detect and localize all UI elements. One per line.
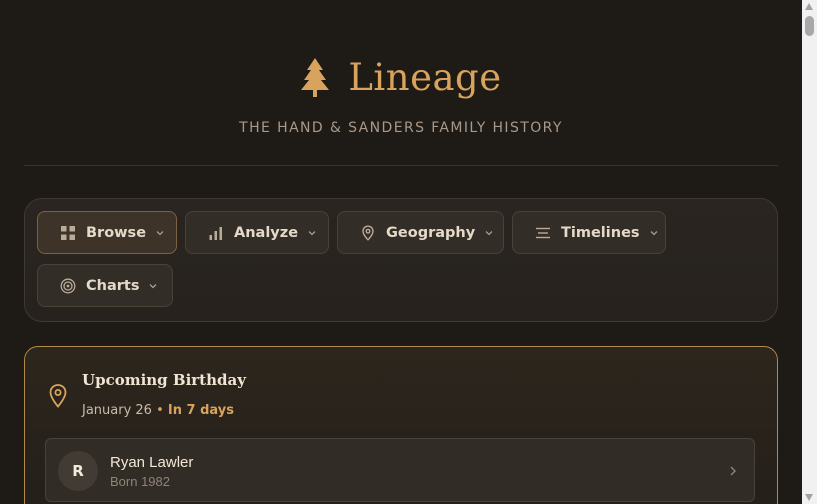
page: Lineage THE HAND & SANDERS FAMILY HISTOR… [0,0,802,504]
chevron-right-icon [730,466,736,476]
chevron-down-icon [650,230,658,235]
timelines-label: Timelines [561,224,640,241]
scroll-down-arrow-icon[interactable] [805,494,813,501]
chevron-down-icon [150,283,157,288]
timeline-icon [536,227,550,238]
chevron-down-icon [308,230,316,235]
header-divider [24,165,778,166]
geography-label: Geography [386,224,476,241]
birthday-date-line: January 26 • In 7 days [82,403,234,418]
map-pin-icon [49,384,67,408]
vertical-scrollbar[interactable] [802,0,817,504]
timelines-menu-button[interactable]: Timelines [512,211,666,254]
avatar: R [58,451,98,491]
analyze-menu-button[interactable]: Analyze [185,211,329,254]
birthday-countdown: In 7 days [167,403,235,418]
separator-dot: • [156,403,164,418]
pine-tree-icon [301,58,330,97]
person-name: Ryan Lawler [110,454,194,471]
person-birth-year: Born 1982 [110,474,170,489]
browse-menu-button[interactable]: Browse [37,211,177,254]
brand: Lineage [0,52,802,102]
scroll-thumb[interactable] [805,16,814,36]
chevron-down-icon [156,230,164,235]
birthday-date: January 26 [82,403,152,418]
bar-chart-icon [209,226,222,240]
birthday-title: Upcoming Birthday [82,371,246,389]
app-title: Lineage [348,55,502,99]
grid-icon [61,225,75,240]
target-icon [60,278,76,293]
scroll-up-arrow-icon[interactable] [805,3,813,10]
geography-menu-button[interactable]: Geography [337,211,504,254]
charts-label: Charts [86,277,140,294]
chevron-down-icon [485,230,493,235]
upcoming-birthday-card: Upcoming Birthday January 26 • In 7 days… [24,346,778,504]
map-pin-icon [362,224,374,241]
tagline: THE HAND & SANDERS FAMILY HISTORY [239,120,563,136]
nav-panel: Browse Analyze Geography Timelines Chart… [24,198,778,322]
browse-label: Browse [86,224,147,241]
analyze-label: Analyze [234,224,299,241]
person-row[interactable]: R Ryan Lawler Born 1982 [45,438,755,502]
charts-menu-button[interactable]: Charts [37,264,173,307]
